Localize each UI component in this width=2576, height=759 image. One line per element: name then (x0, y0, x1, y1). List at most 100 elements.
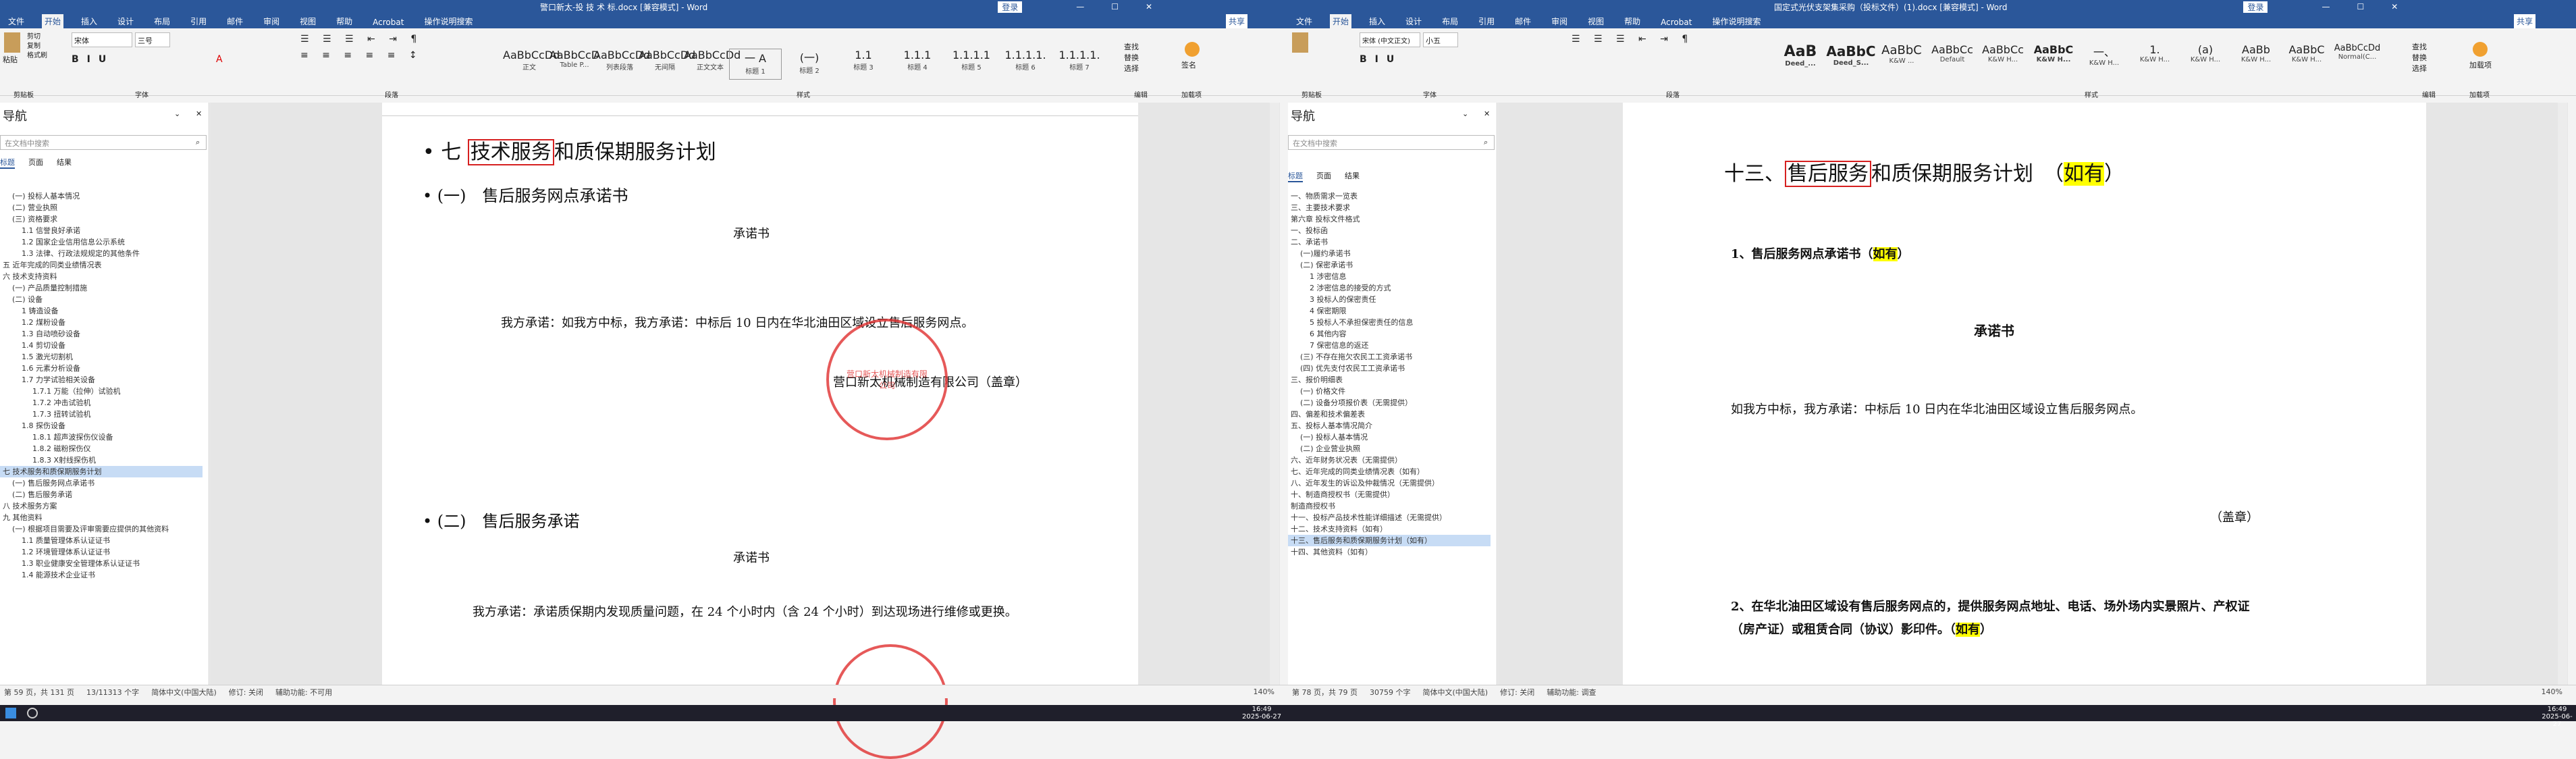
nav-heading-item[interactable]: (一) 投标人基本情况 (0, 190, 203, 202)
nav-heading-item[interactable]: 1.3 法律、行政法规规定的其他条件 (0, 248, 203, 259)
maximize-icon[interactable]: ☐ (2357, 2, 2364, 11)
clock-left[interactable]: 16:49 2025-06-27 (1242, 706, 1281, 721)
share-button[interactable]: 共享 (1225, 14, 1247, 28)
tab-home[interactable]: 开始 (42, 14, 64, 28)
tab-insert[interactable]: 插入 (1366, 14, 1388, 28)
nav-heading-item[interactable]: (二) 保密承诺书 (1288, 259, 1491, 271)
nav-heading-item[interactable]: 1.2 煤粉设备 (0, 317, 203, 328)
page-count[interactable]: 第 78 页，共 79 页 (1292, 687, 1358, 698)
maximize-icon[interactable]: ☐ (1111, 2, 1119, 11)
nav-heading-item[interactable]: 十二、技术支持资料（如有） (1288, 523, 1491, 535)
nav-heading-item[interactable]: 四、偏差和技术偏差表 (1288, 409, 1491, 420)
nav-heading-item[interactable]: 三、报价明细表 (1288, 374, 1491, 386)
nav-options-icon[interactable]: ⌄ (1462, 109, 1468, 118)
zoom-level[interactable]: 140% (1254, 687, 1274, 696)
vertical-scrollbar[interactable] (2558, 103, 2567, 685)
nav-search-input[interactable]: 在文档中搜索 (0, 135, 207, 150)
align-buttons[interactable]: ≡ ≡ ≡ ≡ ≡ ↕ (300, 50, 489, 61)
style-heading-3[interactable]: 1.1 标题 3 (837, 49, 890, 80)
tab-mailings[interactable]: 邮件 (1512, 14, 1534, 28)
nav-heading-item[interactable]: 1.3 自动喷砂设备 (0, 328, 203, 340)
sign-label[interactable]: 签名 (1181, 59, 1196, 70)
track-changes[interactable]: 修订: 关闭 (229, 687, 263, 698)
close-icon[interactable]: ✕ (1146, 2, 1152, 11)
paste-label[interactable]: 粘贴 (3, 54, 18, 65)
nav-heading-item[interactable]: 一、投标函 (1288, 225, 1491, 236)
tab-insert[interactable]: 插入 (78, 14, 100, 28)
nav-tab-headings[interactable]: 标题 (0, 157, 15, 169)
language[interactable]: 简体中文(中国大陆) (1422, 687, 1488, 698)
paste-icon[interactable] (1292, 32, 1308, 53)
nav-options-icon[interactable]: ⌄ (174, 109, 180, 118)
nav-tab-pages[interactable]: 页面 (1316, 170, 1331, 182)
tab-acrobat[interactable]: Acrobat (1658, 16, 1694, 28)
nav-heading-item[interactable]: 八 技术服务方案 (0, 500, 203, 512)
select-button[interactable]: 选择 (2412, 63, 2427, 74)
replace-button[interactable]: 替换 (1124, 53, 1139, 63)
language[interactable]: 简体中文(中国大陆) (151, 687, 217, 698)
vertical-scrollbar[interactable] (1270, 103, 1279, 698)
page-count[interactable]: 第 59 页，共 131 页 (4, 687, 74, 698)
nav-heading-item[interactable]: 1.1 信誉良好承诺 (0, 225, 203, 236)
nav-heading-item[interactable]: (二) 营业执照 (0, 202, 203, 213)
track-changes[interactable]: 修订: 关闭 (1500, 687, 1534, 698)
tab-design[interactable]: 设计 (115, 14, 136, 28)
share-button[interactable]: 共享 (2513, 14, 2535, 28)
clock-right[interactable]: 16:49 2025-06-27 (2538, 706, 2576, 728)
style-heading-7[interactable]: 1.1.1.1. 标题 7 (1053, 49, 1106, 80)
tell-me-search[interactable]: 操作说明搜索 (421, 14, 475, 28)
find-button[interactable]: 查找 (2412, 42, 2427, 53)
nav-heading-item[interactable]: 五、投标人基本情况简介 (1288, 420, 1491, 431)
font-name-select[interactable]: 宋体 (72, 32, 132, 47)
style-normal-c[interactable]: AaBbCcDd Normal(C... (2331, 43, 2384, 74)
tell-me-search[interactable]: 操作说明搜索 (1709, 14, 1763, 28)
font-size-select[interactable]: 三号 (135, 32, 170, 47)
style-default[interactable]: AaBbCc Default (1926, 43, 1979, 74)
style-heading-1[interactable]: 一 A 标题 1 (729, 49, 782, 80)
nav-heading-item[interactable]: 4 保密期限 (1288, 305, 1491, 317)
nav-search-icon[interactable]: ⌕ (1484, 138, 1488, 147)
tab-acrobat[interactable]: Acrobat (370, 16, 406, 28)
nav-heading-item[interactable]: 1.3 职业健康安全管理体系认证证书 (0, 558, 203, 569)
tab-help[interactable]: 帮助 (1621, 14, 1643, 28)
tab-file[interactable]: 文件 (1293, 14, 1315, 28)
nav-heading-item[interactable]: 6 其他内容 (1288, 328, 1491, 340)
start-icon[interactable] (5, 708, 16, 718)
style-deed-1[interactable]: AaB Deed_... (1774, 43, 1827, 74)
close-icon[interactable]: ✕ (2391, 2, 2398, 11)
nav-heading-item[interactable]: 1.4 剪切设备 (0, 340, 203, 351)
style-kw-3[interactable]: AaBbC K&W H... (2027, 43, 2080, 74)
nav-heading-item[interactable]: 1.7.2 冲击试验机 (0, 397, 203, 409)
nav-heading-item[interactable]: 1.4 能源技术企业证书 (0, 569, 203, 581)
select-button[interactable]: 选择 (1124, 63, 1139, 74)
nav-heading-item[interactable]: (一) 产品质量控制措施 (0, 282, 203, 294)
nav-heading-item[interactable]: 二、承诺书 (1288, 236, 1491, 248)
nav-heading-item[interactable]: 十一、投标产品技术性能详细描述（无需提供） (1288, 512, 1491, 523)
replace-button[interactable]: 替换 (2412, 53, 2427, 63)
nav-heading-item[interactable]: (一) 投标人基本情况 (1288, 431, 1491, 443)
nav-heading-item[interactable]: 1.7.3 扭转试验机 (0, 409, 203, 420)
nav-heading-item[interactable]: 第六章 投标文件格式 (1288, 213, 1491, 225)
nav-heading-item[interactable]: 十四、其他资料（如有） (1288, 546, 1491, 558)
nav-heading-item[interactable]: 1.7 力学试验相关设备 (0, 374, 203, 386)
format-painter-button[interactable]: 格式刷 (27, 51, 47, 61)
minimize-icon[interactable]: — (2322, 2, 2330, 11)
paragraph-group[interactable]: ☰ ☰ ☰ ⇤ ⇥ ¶ (1572, 34, 1693, 45)
nav-heading-item[interactable]: (三) 不存在拖欠农民工工资承诺书 (1288, 351, 1491, 363)
style-kw-2[interactable]: AaBbCc K&W H... (1977, 43, 2029, 74)
nav-heading-item[interactable]: 1.8 探伤设备 (0, 420, 203, 431)
nav-heading-item[interactable]: 1.1 质量管理体系认证证书 (0, 535, 203, 546)
accessibility[interactable]: 辅助功能: 不可用 (275, 687, 332, 698)
login-button[interactable]: 登录 (998, 1, 1023, 13)
style-kw-5[interactable]: 1. K&W H... (2128, 43, 2181, 74)
nav-heading-item[interactable]: 五 近年完成的同类业绩情况表 (0, 259, 203, 271)
style-kw-6[interactable]: (a) K&W H... (2179, 43, 2232, 74)
style-heading-4[interactable]: 1.1.1 标题 4 (891, 49, 944, 80)
style-kw-4[interactable]: 一、 K&W H... (2078, 43, 2130, 74)
nav-heading-item[interactable]: 7 保密信息的返还 (1288, 340, 1491, 351)
nav-close-icon[interactable]: ✕ (196, 109, 202, 118)
nav-search-input[interactable]: 在文档中搜索 (1288, 135, 1495, 150)
style-heading-6[interactable]: 1.1.1.1. 标题 6 (999, 49, 1052, 80)
nav-heading-item[interactable]: 六 技术支持资料 (0, 271, 203, 282)
word-count[interactable]: 30759 个字 (1370, 687, 1411, 698)
